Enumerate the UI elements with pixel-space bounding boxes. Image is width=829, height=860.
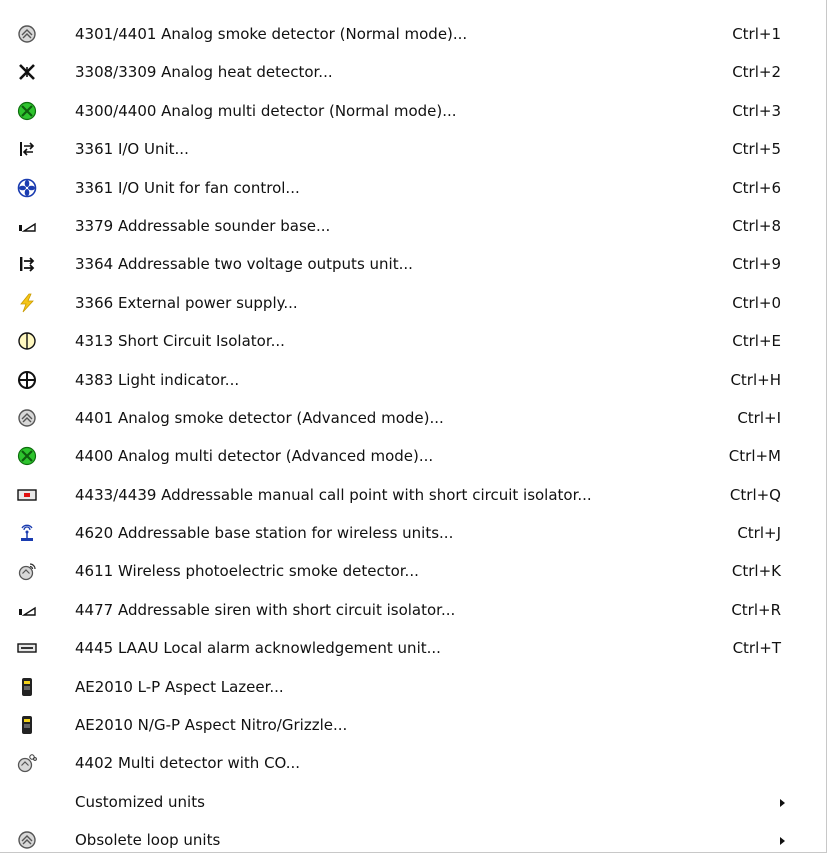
menu-item-shortcut: Ctrl+E bbox=[732, 332, 781, 351]
alarm-ack-unit-icon bbox=[17, 638, 37, 658]
menu-item-shortcut: Ctrl+J bbox=[737, 524, 781, 543]
menu-item-4477-addressable-siren-with-short-circui[interactable]: 4477 Addressable siren with short circui… bbox=[0, 591, 826, 629]
submenu-arrow-icon bbox=[780, 837, 785, 846]
menu-item-label: 4402 Multi detector with CO... bbox=[75, 754, 301, 773]
menu-item-shortcut: Ctrl+3 bbox=[732, 101, 781, 120]
menu-item-4313-short-circuit-isolator[interactable]: 4313 Short Circuit Isolator... Ctrl+E bbox=[0, 322, 826, 360]
menu-item-shortcut: Ctrl+T bbox=[732, 639, 781, 658]
menu-item-4400-analog-multi-detector-advanced-mode[interactable]: 4400 Analog multi detector (Advanced mod… bbox=[0, 437, 826, 475]
isolator-icon bbox=[17, 331, 37, 351]
smoke-detector-icon bbox=[17, 830, 37, 850]
menu-item-4402-multi-detector-with-co[interactable]: 4402 Multi detector with CO... bbox=[0, 744, 826, 782]
menu-item-label: 3308/3309 Analog heat detector... bbox=[75, 63, 333, 82]
fan-control-icon bbox=[17, 178, 37, 198]
menu-item-shortcut: Ctrl+1 bbox=[732, 25, 781, 43]
base-station-icon bbox=[17, 523, 37, 543]
multi-detector-icon bbox=[17, 101, 37, 121]
aspect-detector-icon bbox=[17, 715, 37, 735]
menu-item-label: 4301/4401 Analog smoke detector (Normal … bbox=[75, 25, 468, 43]
menu-item-label: 4445 LAAU Local alarm acknowledgement un… bbox=[75, 639, 441, 658]
menu-item-label: Customized units bbox=[75, 792, 205, 811]
menu-item-label: 3364 Addressable two voltage outputs uni… bbox=[75, 255, 413, 274]
multi-detector-icon bbox=[17, 446, 37, 466]
menu-item-label: 4620 Addressable base station for wirele… bbox=[75, 524, 454, 543]
menu-item-label: Obsolete loop units bbox=[75, 831, 221, 850]
menu-item-4433-4439-addressable-manual-call-point-[interactable]: 4433/4439 Addressable manual call point … bbox=[0, 476, 826, 514]
menu-item-shortcut: Ctrl+5 bbox=[732, 140, 781, 159]
menu-item-label: 4611 Wireless photoelectric smoke detect… bbox=[75, 562, 419, 581]
menu-item-ae2010-n-g-p-aspect-nitro-grizzle[interactable]: AE2010 N/G-P Aspect Nitro/Grizzle... bbox=[0, 706, 826, 744]
menu-item-ae2010-l-p-aspect-lazeer[interactable]: AE2010 L-P Aspect Lazeer... bbox=[0, 668, 826, 706]
menu-item-obsolete-loop-units[interactable]: Obsolete loop units bbox=[0, 821, 826, 859]
aspect-detector-icon bbox=[17, 677, 37, 697]
menu-item-label: 3366 External power supply... bbox=[75, 293, 298, 312]
menu-items: 4301/4401 Analog smoke detector (Normal … bbox=[0, 0, 826, 860]
menu-item-shortcut: Ctrl+2 bbox=[732, 63, 781, 82]
menu-item-label: 4477 Addressable siren with short circui… bbox=[75, 600, 456, 619]
power-supply-icon bbox=[17, 293, 37, 313]
menu-item-4611-wireless-photoelectric-smoke-detect[interactable]: 4611 Wireless photoelectric smoke detect… bbox=[0, 552, 826, 590]
context-menu: 4301/4401 Analog smoke detector (Normal … bbox=[0, 0, 827, 853]
menu-item-4301-4401-analog-smoke-detector-normal-m[interactable]: 4301/4401 Analog smoke detector (Normal … bbox=[0, 15, 826, 53]
menu-item-shortcut: Ctrl+R bbox=[731, 600, 781, 619]
light-indicator-icon bbox=[17, 370, 37, 390]
siren-icon bbox=[17, 600, 37, 620]
menu-item-label: 4401 Analog smoke detector (Advanced mod… bbox=[75, 408, 444, 427]
sounder-base-icon bbox=[17, 216, 37, 236]
menu-item-3379-addressable-sounder-base[interactable]: 3379 Addressable sounder base... Ctrl+8 bbox=[0, 207, 826, 245]
smoke-detector-icon bbox=[17, 24, 37, 44]
menu-item-label: AE2010 N/G-P Aspect Nitro/Grizzle... bbox=[75, 716, 348, 735]
menu-item-shortcut: Ctrl+6 bbox=[732, 178, 781, 197]
menu-item-3361-i-o-unit-for-fan-control[interactable]: 3361 I/O Unit for fan control... Ctrl+6 bbox=[0, 169, 826, 207]
submenu-arrow-icon bbox=[780, 798, 785, 807]
menu-item-label: 3361 I/O Unit... bbox=[75, 140, 189, 159]
menu-item-icon-slot bbox=[17, 792, 37, 812]
menu-item-3361-i-o-unit[interactable]: 3361 I/O Unit... Ctrl+5 bbox=[0, 130, 826, 168]
menu-item-3364-addressable-two-voltage-outputs-uni[interactable]: 3364 Addressable two voltage outputs uni… bbox=[0, 245, 826, 283]
menu-item-3366-external-power-supply[interactable]: 3366 External power supply... Ctrl+0 bbox=[0, 284, 826, 322]
smoke-detector-icon bbox=[17, 408, 37, 428]
menu-item-shortcut: Ctrl+8 bbox=[732, 216, 781, 235]
menu-item-shortcut: Ctrl+M bbox=[728, 447, 781, 466]
menu-item-4300-4400-analog-multi-detector-normal-m[interactable]: 4300/4400 Analog multi detector (Normal … bbox=[0, 92, 826, 130]
menu-item-label: 3379 Addressable sounder base... bbox=[75, 216, 331, 235]
menu-item-shortcut: Ctrl+I bbox=[737, 408, 781, 427]
menu-item-shortcut: Ctrl+9 bbox=[732, 255, 781, 274]
menu-item-label: 4383 Light indicator... bbox=[75, 370, 240, 389]
menu-item-label: 4400 Analog multi detector (Advanced mod… bbox=[75, 447, 434, 466]
call-point-icon bbox=[17, 485, 37, 505]
heat-detector-icon bbox=[17, 62, 37, 82]
menu-item-3308-3309-analog-heat-detector[interactable]: 3308/3309 Analog heat detector... Ctrl+2 bbox=[0, 53, 826, 91]
menu-item-label: 4300/4400 Analog multi detector (Normal … bbox=[75, 101, 457, 120]
menu-item-shortcut: Ctrl+0 bbox=[732, 293, 781, 312]
menu-item-label: 4433/4439 Addressable manual call point … bbox=[75, 485, 592, 504]
menu-item-label: 3361 I/O Unit for fan control... bbox=[75, 178, 300, 197]
menu-item-label: 4313 Short Circuit Isolator... bbox=[75, 332, 285, 351]
menu-item-shortcut: Ctrl+Q bbox=[729, 485, 781, 504]
menu-item-shortcut: Ctrl+K bbox=[731, 562, 781, 581]
wireless-smoke-detector-icon bbox=[17, 561, 37, 581]
menu-item-4383-light-indicator[interactable]: 4383 Light indicator... Ctrl+H bbox=[0, 361, 826, 399]
menu-item-4445-laau-local-alarm-acknowledgement-un[interactable]: 4445 LAAU Local alarm acknowledgement un… bbox=[0, 629, 826, 667]
co-detector-icon bbox=[17, 753, 37, 773]
menu-item-4401-analog-smoke-detector-advanced-mode[interactable]: 4401 Analog smoke detector (Advanced mod… bbox=[0, 399, 826, 437]
io-unit-icon bbox=[17, 139, 37, 159]
menu-item-customized-units[interactable]: Customized units bbox=[0, 783, 826, 821]
menu-item-4620-addressable-base-station-for-wirele[interactable]: 4620 Addressable base station for wirele… bbox=[0, 514, 826, 552]
voltage-outputs-icon bbox=[17, 254, 37, 274]
menu-item-shortcut: Ctrl+H bbox=[730, 370, 781, 389]
menu-item-label: AE2010 L-P Aspect Lazeer... bbox=[75, 677, 284, 696]
